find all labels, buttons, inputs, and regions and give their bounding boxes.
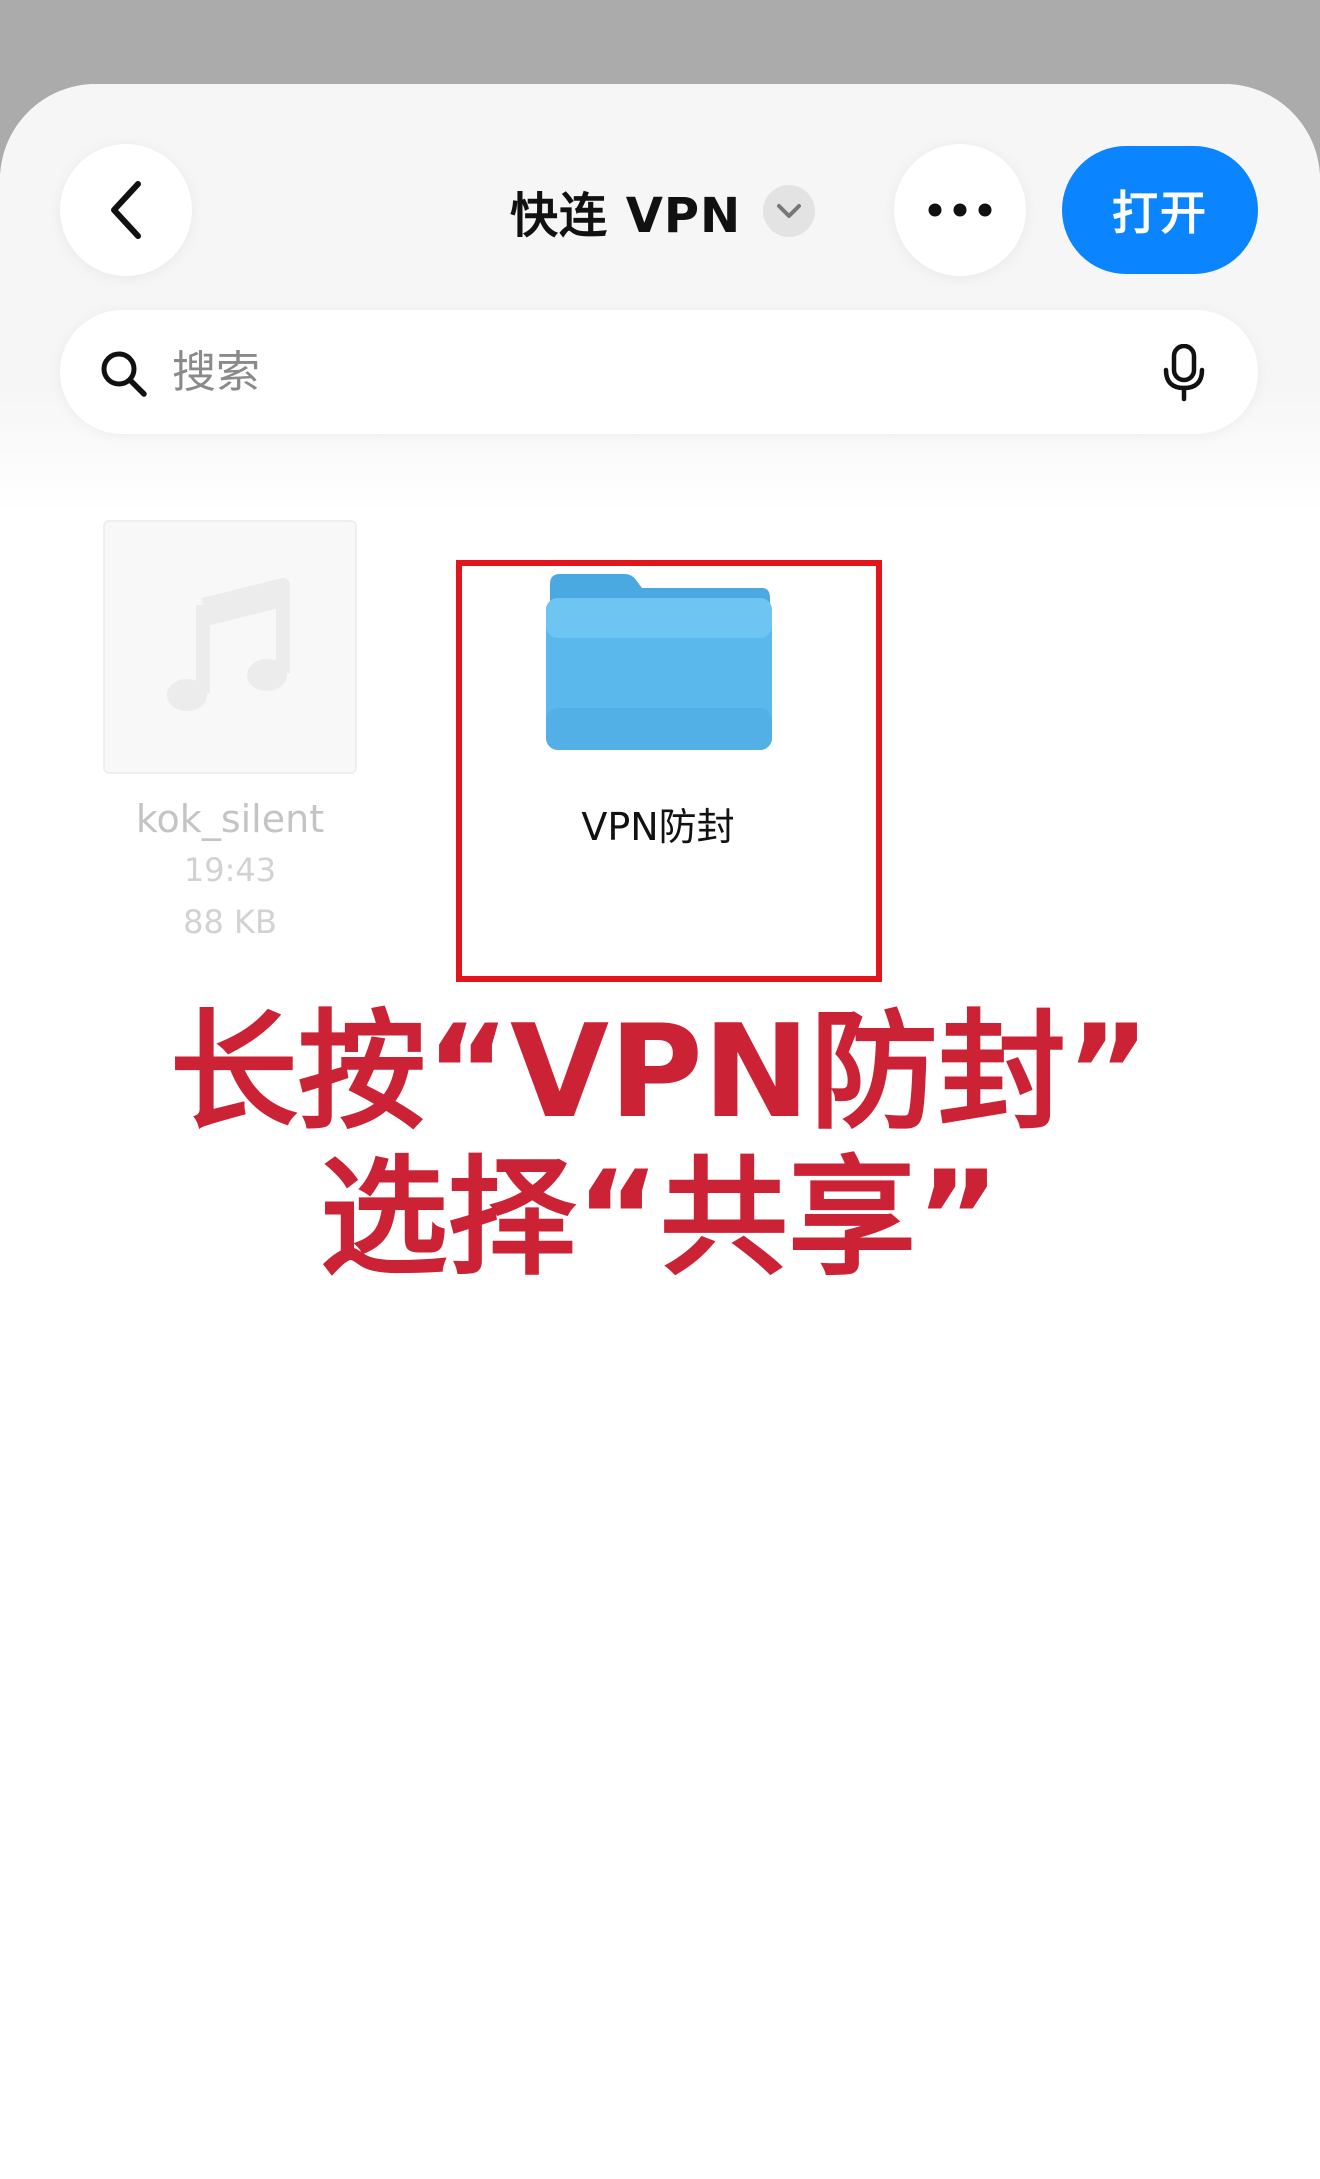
more-options-button[interactable] [894,144,1026,276]
search-bar[interactable] [60,310,1258,434]
file-size: 88 KB [183,903,277,941]
microphone-icon[interactable] [1162,344,1206,402]
title-dropdown[interactable] [763,185,816,237]
back-button[interactable] [60,144,192,276]
file-name: kok_silent [135,797,325,841]
highlight-box [456,560,882,982]
music-note-icon [167,578,290,711]
ellipsis-icon [928,203,992,217]
file-item-music[interactable]: kok_silent 19:43 88 KB [90,520,370,948]
chevron-down-icon [777,204,802,218]
search-input[interactable] [172,310,1072,434]
folder-title-menu[interactable]: 快连 VPN [510,182,816,244]
page-title: 快连 VPN [510,188,742,244]
chevron-left-icon [111,181,141,239]
instruction-overlay: 长按“VPN防封” 选择“共享” [0,1000,1320,1292]
files-sheet: 快连 VPN 打开 搜索 kok_silent 19:43 88 KB VPN防… [0,84,1320,2179]
instruction-line-2: 选择“共享” [319,1144,1001,1293]
search-icon [101,351,147,397]
music-thumbnail [103,520,357,774]
open-button[interactable]: 打开 [1062,146,1258,274]
file-time: 19:43 [183,851,277,889]
instruction-line-1: 长按“VPN防封” [169,998,1151,1147]
